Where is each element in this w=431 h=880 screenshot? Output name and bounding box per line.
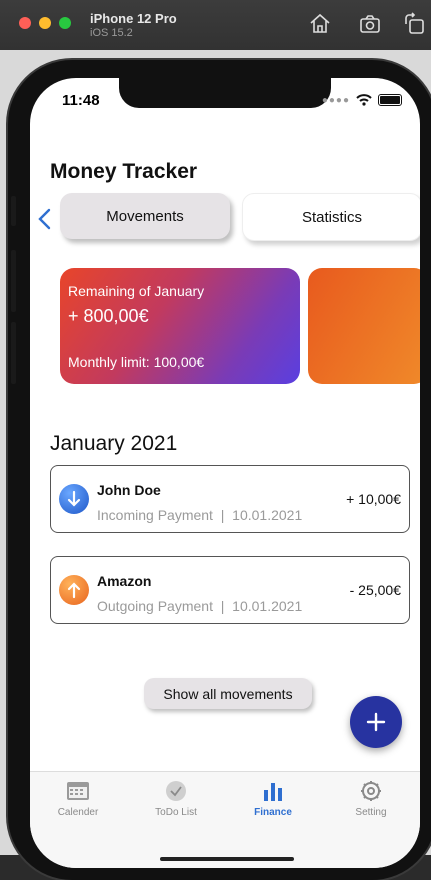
separator: | <box>220 598 225 614</box>
card-monthly-limit: Monthly limit: 100,00€ <box>68 354 205 370</box>
month-heading: January 2021 <box>50 432 178 455</box>
movement-row[interactable]: John Doe Incoming Payment | 10.01.2021 +… <box>50 465 410 533</box>
minimize-window-button[interactable] <box>39 17 51 29</box>
tab-finance[interactable]: Finance <box>233 780 313 818</box>
page-title: Money Tracker <box>50 160 198 183</box>
movement-amount: - 25,00€ <box>349 582 401 598</box>
status-time: 11:48 <box>62 92 100 109</box>
status-icons: ●●●● <box>322 94 402 106</box>
add-movement-button[interactable] <box>350 696 402 748</box>
arrow-up-icon <box>59 575 89 605</box>
arrow-down-icon <box>59 484 89 514</box>
next-budget-card[interactable] <box>308 268 420 384</box>
notch <box>119 78 331 108</box>
gear-icon <box>361 781 381 801</box>
phone-screen: 11:48 ●●●● Money Tracker Movements Stati… <box>30 78 420 868</box>
show-all-movements-button[interactable]: Show all movements <box>144 678 312 709</box>
simulator-device-name: iPhone 12 Pro <box>90 11 177 26</box>
movement-name: John Doe <box>97 482 161 498</box>
tab-label: Finance <box>254 807 292 818</box>
simulator-title-bar: iPhone 12 Pro iOS 15.2 <box>0 0 431 51</box>
volume-down-button <box>11 322 16 384</box>
tab-calender[interactable]: Calender <box>38 780 118 818</box>
tab-label: Setting <box>355 807 387 818</box>
plus-icon <box>366 712 386 732</box>
movement-details: Outgoing Payment | 10.01.2021 <box>97 598 302 614</box>
movement-details: Incoming Payment | 10.01.2021 <box>97 507 302 523</box>
movement-date: 10.01.2021 <box>232 507 303 523</box>
tab-setting[interactable]: Setting <box>331 780 411 818</box>
movement-row[interactable]: Amazon Outgoing Payment | 10.01.2021 - 2… <box>50 556 410 624</box>
rotate-icon[interactable] <box>402 12 426 36</box>
simulator-os-version: iOS 15.2 <box>90 27 133 39</box>
separator: | <box>220 507 225 523</box>
mute-switch <box>11 196 16 226</box>
movement-name: Amazon <box>97 573 152 589</box>
close-window-button[interactable] <box>19 17 31 29</box>
tab-statistics[interactable]: Statistics <box>242 193 420 241</box>
home-indicator <box>160 857 294 861</box>
remaining-budget-card[interactable]: Remaining of January + 800,00€ Monthly l… <box>60 268 300 384</box>
movement-type: Incoming Payment <box>97 507 213 523</box>
tab-label: ToDo List <box>155 807 197 818</box>
tab-bar: Calender ToDo List Finance Setting <box>30 771 420 868</box>
tab-label: Calender <box>57 807 99 818</box>
zoom-window-button[interactable] <box>59 17 71 29</box>
volume-up-button <box>11 250 16 312</box>
checkmark-icon <box>166 781 186 801</box>
movement-amount: + 10,00€ <box>346 491 401 507</box>
home-icon[interactable] <box>308 12 332 36</box>
movement-date: 10.01.2021 <box>232 598 303 614</box>
card-title: Remaining of January <box>68 283 205 299</box>
chevron-left-icon[interactable] <box>37 208 53 230</box>
signal-icon: ●●●● <box>321 94 350 106</box>
movement-type: Outgoing Payment <box>97 598 213 614</box>
tab-todo-list[interactable]: ToDo List <box>136 780 216 818</box>
wifi-icon <box>356 94 372 106</box>
tab-movements[interactable]: Movements <box>60 193 230 239</box>
screenshot-icon[interactable] <box>358 12 382 36</box>
calendar-icon <box>67 782 89 800</box>
battery-icon <box>378 94 402 106</box>
card-amount: + 800,00€ <box>68 306 149 326</box>
bar-chart-icon <box>264 783 282 801</box>
